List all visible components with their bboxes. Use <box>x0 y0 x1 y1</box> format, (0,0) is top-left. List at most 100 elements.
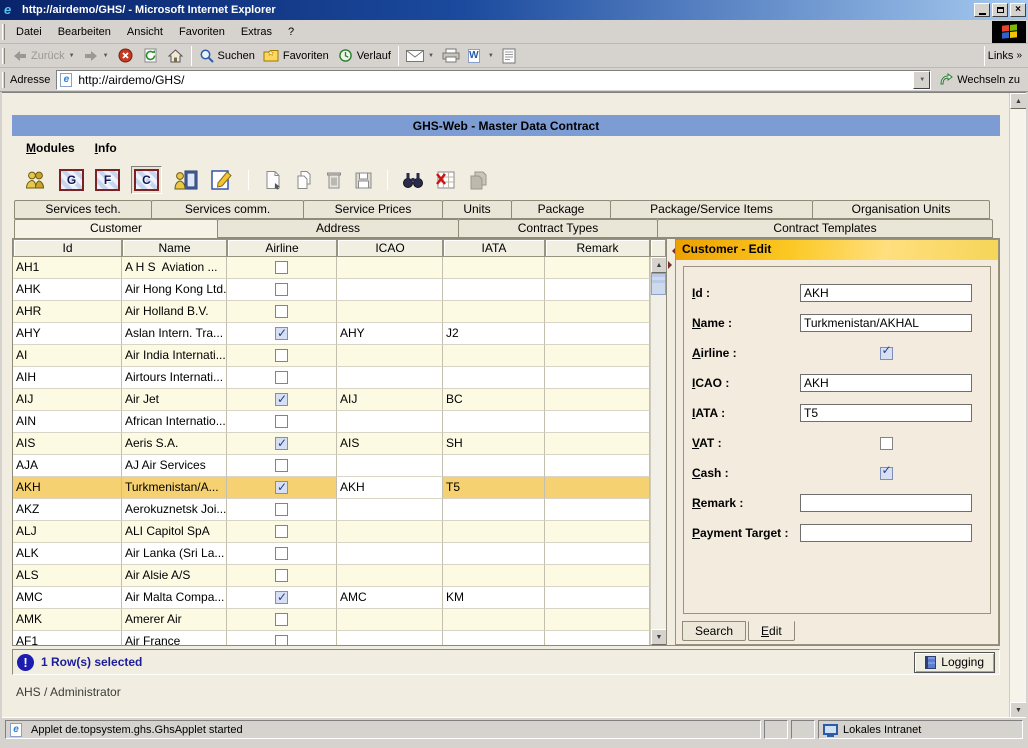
stop-button[interactable] <box>113 45 138 66</box>
cell-icao[interactable] <box>337 609 443 631</box>
cell-icao[interactable] <box>337 543 443 565</box>
cell-remark[interactable] <box>545 499 650 521</box>
copy-record-button[interactable] <box>294 170 314 190</box>
cell-id[interactable]: AHY <box>13 323 122 345</box>
table-row[interactable]: ALJALI Capitol SpA <box>13 521 650 543</box>
cell-iata[interactable] <box>443 543 545 565</box>
scroll-up-button[interactable]: ▲ <box>651 257 666 273</box>
table-row[interactable]: AH1A H S Aviation ... <box>13 257 650 279</box>
back-button[interactable]: Zurück▼ <box>8 46 79 66</box>
cell-name[interactable]: Aslan Intern. Tra... <box>122 323 227 345</box>
airline-checkbox[interactable]: ✓ <box>880 347 893 360</box>
cell-airline[interactable] <box>227 631 337 645</box>
tab-contract-types[interactable]: Contract Types <box>458 219 658 238</box>
cell-airline[interactable]: ✓ <box>227 587 337 609</box>
logging-button[interactable]: Logging <box>914 652 995 673</box>
airline-checkbox[interactable] <box>275 415 288 428</box>
tab-address[interactable]: Address <box>217 219 459 238</box>
table-row[interactable]: AINAfrican Internatio... <box>13 411 650 433</box>
scroll-down-button[interactable]: ▼ <box>1010 702 1026 717</box>
table-row[interactable]: AKZAerokuznetsk Joi... <box>13 499 650 521</box>
cell-name[interactable]: Airtours Internati... <box>122 367 227 389</box>
toolbar-grip[interactable] <box>2 48 5 64</box>
page-scrollbar[interactable]: ▲ ▼ <box>1009 93 1026 717</box>
cell-id[interactable]: AIJ <box>13 389 122 411</box>
cell-id[interactable]: AIH <box>13 367 122 389</box>
table-scrollbar[interactable]: ▲ ▼ <box>650 257 666 645</box>
cell-airline[interactable]: ✓ <box>227 477 337 499</box>
cell-airline[interactable]: ✓ <box>227 389 337 411</box>
airline-checkbox[interactable]: ✓ <box>275 327 288 340</box>
cell-id[interactable]: AF1 <box>13 631 122 645</box>
cell-icao[interactable] <box>337 565 443 587</box>
cell-iata[interactable]: J2 <box>443 323 545 345</box>
module-g-button[interactable]: G <box>59 169 84 191</box>
cell-iata[interactable]: T5 <box>443 477 545 499</box>
tab-search[interactable]: Search <box>682 621 746 641</box>
id-field[interactable] <box>800 284 972 302</box>
cell-remark[interactable] <box>545 609 650 631</box>
toolbar-grip[interactable] <box>2 24 5 40</box>
cell-remark[interactable] <box>545 323 650 345</box>
cell-name[interactable]: ALI Capitol SpA <box>122 521 227 543</box>
cell-airline[interactable] <box>227 499 337 521</box>
cell-icao[interactable] <box>337 367 443 389</box>
minimize-button[interactable] <box>974 3 990 17</box>
cell-airline[interactable]: ✓ <box>227 323 337 345</box>
forward-button[interactable]: ▼ <box>79 46 113 66</box>
cell-name[interactable]: A H S Aviation ... <box>122 257 227 279</box>
column-header-name[interactable]: Name <box>122 239 227 257</box>
airline-checkbox[interactable] <box>275 547 288 560</box>
cell-id[interactable]: AI <box>13 345 122 367</box>
cell-iata[interactable] <box>443 279 545 301</box>
column-header-airline[interactable]: Airline <box>227 239 337 257</box>
airline-checkbox[interactable]: ✓ <box>275 393 288 406</box>
table-row[interactable]: AIHAirtours Internati... <box>13 367 650 389</box>
cell-icao[interactable] <box>337 455 443 477</box>
menu-modules[interactable]: Modules <box>20 139 81 157</box>
tab-services-tech[interactable]: Services tech. <box>14 200 152 219</box>
table-row[interactable]: AIAir India Internati... <box>13 345 650 367</box>
cell-icao[interactable]: AKH <box>337 477 443 499</box>
airline-checkbox[interactable] <box>275 525 288 538</box>
cell-id[interactable]: AIN <box>13 411 122 433</box>
cell-id[interactable]: AHK <box>13 279 122 301</box>
cell-remark[interactable] <box>545 521 650 543</box>
table-row[interactable]: AKHTurkmenistan/A...✓AKHT5 <box>13 477 650 499</box>
home-button[interactable] <box>163 46 188 66</box>
cell-icao[interactable] <box>337 345 443 367</box>
table-row[interactable]: AIJAir Jet✓AIJBC <box>13 389 650 411</box>
scroll-down-button[interactable]: ▼ <box>651 629 666 645</box>
cell-airline[interactable] <box>227 521 337 543</box>
edit-page-button[interactable] <box>498 46 520 66</box>
users-button[interactable] <box>22 169 48 191</box>
airline-checkbox[interactable] <box>275 503 288 516</box>
delete-record-button[interactable] <box>325 170 343 190</box>
cell-icao[interactable]: AHY <box>337 323 443 345</box>
column-header-icao[interactable]: ICAO <box>337 239 443 257</box>
cell-name[interactable]: Air Holland B.V. <box>122 301 227 323</box>
refresh-button[interactable] <box>138 45 163 66</box>
go-button[interactable]: Wechseln zu <box>931 73 1028 86</box>
table-row[interactable]: AF1Air France <box>13 631 650 645</box>
cell-remark[interactable] <box>545 631 650 645</box>
menu-info[interactable]: Info <box>89 139 123 157</box>
address-dropdown-button[interactable]: ▼ <box>913 71 930 89</box>
cell-iata[interactable] <box>443 455 545 477</box>
airline-checkbox[interactable] <box>275 459 288 472</box>
new-record-button[interactable] <box>263 170 283 190</box>
cell-name[interactable]: Air Lanka (Sri La... <box>122 543 227 565</box>
cell-id[interactable]: AMC <box>13 587 122 609</box>
split-handle[interactable] <box>667 239 675 645</box>
links-bar[interactable]: Links » <box>988 50 1028 62</box>
cell-remark[interactable] <box>545 565 650 587</box>
airline-checkbox[interactable] <box>275 305 288 318</box>
cell-icao[interactable] <box>337 257 443 279</box>
cell-id[interactable]: ALS <box>13 565 122 587</box>
airline-checkbox[interactable] <box>275 261 288 274</box>
table-row[interactable]: AJAAJ Air Services <box>13 455 650 477</box>
cell-iata[interactable] <box>443 565 545 587</box>
cell-airline[interactable] <box>227 455 337 477</box>
cell-airline[interactable] <box>227 565 337 587</box>
cell-remark[interactable] <box>545 279 650 301</box>
